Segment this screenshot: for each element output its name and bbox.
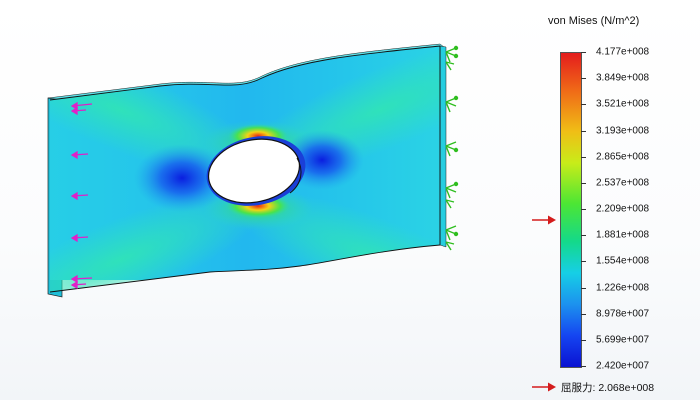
legend-tick-mark [581,78,586,80]
legend-tick-mark [581,235,586,237]
fixture-markers [445,45,459,251]
legend-tick-label: 1.881e+008 [596,229,650,241]
legend-tick-mark [581,339,586,341]
legend-tick-mark [581,313,586,315]
legend-tick-label: 1.554e+008 [596,255,650,267]
legend-tick-mark [581,261,586,263]
legend-tick-mark [581,156,586,158]
legend-title: von Mises (N/m^2) [548,15,640,27]
yield-arrow-icon [532,382,556,392]
yield-strength-row: 屈服力: 2.068e+008 [532,380,654,394]
plate-stress-plot [47,43,459,298]
legend-tick-label: 2.865e+008 [596,151,650,163]
legend-tick-label: 3.193e+008 [596,125,650,136]
legend-tick-label: 3.521e+008 [596,98,650,110]
legend-tick-label: 4.177e+008 [596,46,650,58]
legend-tick-mark [581,52,586,53]
legend-tick-label: 1.226e+008 [596,282,650,293]
legend-tick-mark [581,182,586,184]
legend-tick-label: 2.420e+007 [596,360,650,372]
legend-tick-label: 5.699e+007 [596,334,650,346]
color-scale-bar [560,52,582,368]
legend-tick-label: 2.537e+008 [596,177,650,189]
legend-tick-mark [581,130,586,132]
legend-tick-label: 3.849e+008 [596,72,650,84]
legend-tick-mark [581,287,586,289]
legend-tick-mark [581,209,586,210]
legend-tick-mark [581,104,586,106]
legend-tick-mark [581,366,586,367]
legend-tick-label: 2.209e+008 [596,203,650,215]
yield-strength-label: 屈服力: 2.068e+008 [561,381,655,394]
yield-marker-arrow [532,215,556,225]
legend-tick-label: 8.978e+007 [596,308,650,320]
model-viewport[interactable] [0,0,520,400]
